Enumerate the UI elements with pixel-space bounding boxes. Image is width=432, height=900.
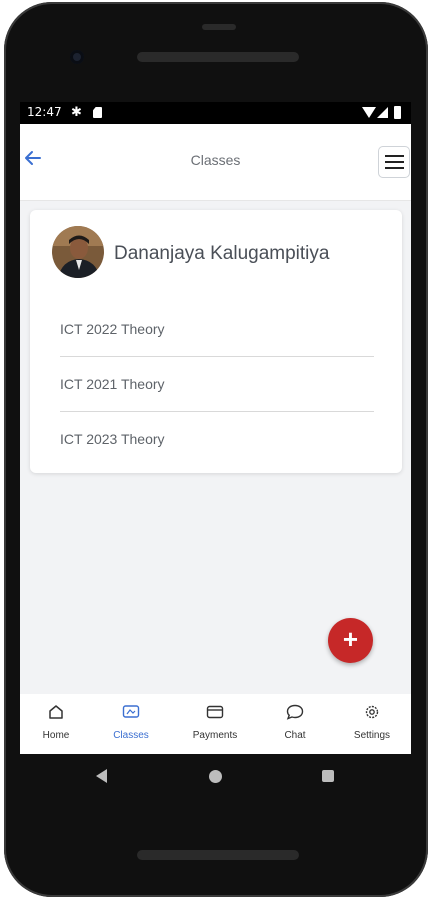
- nav-home-label: Home: [42, 730, 70, 741]
- bottom-speaker: [137, 850, 299, 860]
- add-class-button[interactable]: +: [328, 618, 373, 663]
- bottom-navigation: Home Classes Payments Chat Settings: [20, 694, 411, 754]
- nav-chat-label: Chat: [284, 730, 306, 741]
- system-home-icon[interactable]: [209, 770, 222, 783]
- system-back-icon[interactable]: [96, 769, 107, 783]
- system-recents-icon[interactable]: [322, 770, 334, 782]
- home-icon: [47, 704, 65, 720]
- teacher-card: Dananjaya Kalugampitiya ICT 2022 Theory …: [30, 210, 402, 473]
- menu-button[interactable]: [378, 146, 410, 178]
- chat-icon: [286, 704, 304, 720]
- front-camera: [70, 50, 84, 64]
- nav-chat[interactable]: Chat: [260, 694, 330, 754]
- system-navigation-bar: [20, 754, 411, 798]
- battery-icon: [394, 106, 401, 119]
- status-bar: 12:47 ✱: [20, 102, 411, 124]
- page-title: Classes: [190, 152, 241, 168]
- nav-settings-label: Settings: [353, 730, 391, 741]
- nav-settings[interactable]: Settings: [337, 694, 407, 754]
- nav-classes[interactable]: Classes: [96, 694, 166, 754]
- earpiece-speaker: [137, 52, 299, 62]
- app-screen: 12:47 ✱ Classes Dananjaya Kalugampitiya: [20, 102, 411, 754]
- class-item-ict-2021[interactable]: ICT 2021 Theory: [60, 357, 374, 412]
- app-bar: Classes: [20, 124, 411, 201]
- teacher-avatar[interactable]: [52, 226, 104, 278]
- gear-icon: [363, 704, 381, 720]
- proximity-sensor: [202, 24, 236, 30]
- classes-icon: [122, 704, 140, 720]
- teacher-name: Dananjaya Kalugampitiya: [114, 243, 330, 264]
- status-time: 12:47: [27, 105, 62, 119]
- nav-payments[interactable]: Payments: [180, 694, 250, 754]
- class-item-ict-2023[interactable]: ICT 2023 Theory: [60, 412, 374, 467]
- nav-home[interactable]: Home: [21, 694, 91, 754]
- settings-status-icon: ✱: [71, 104, 82, 119]
- nav-classes-label: Classes: [113, 730, 149, 741]
- class-item-ict-2022[interactable]: ICT 2022 Theory: [60, 302, 374, 357]
- nav-payments-label: Payments: [192, 730, 238, 741]
- signal-icon: [377, 107, 388, 118]
- card-icon: [206, 704, 224, 720]
- sd-card-icon: [93, 107, 102, 118]
- wifi-icon: [362, 107, 376, 118]
